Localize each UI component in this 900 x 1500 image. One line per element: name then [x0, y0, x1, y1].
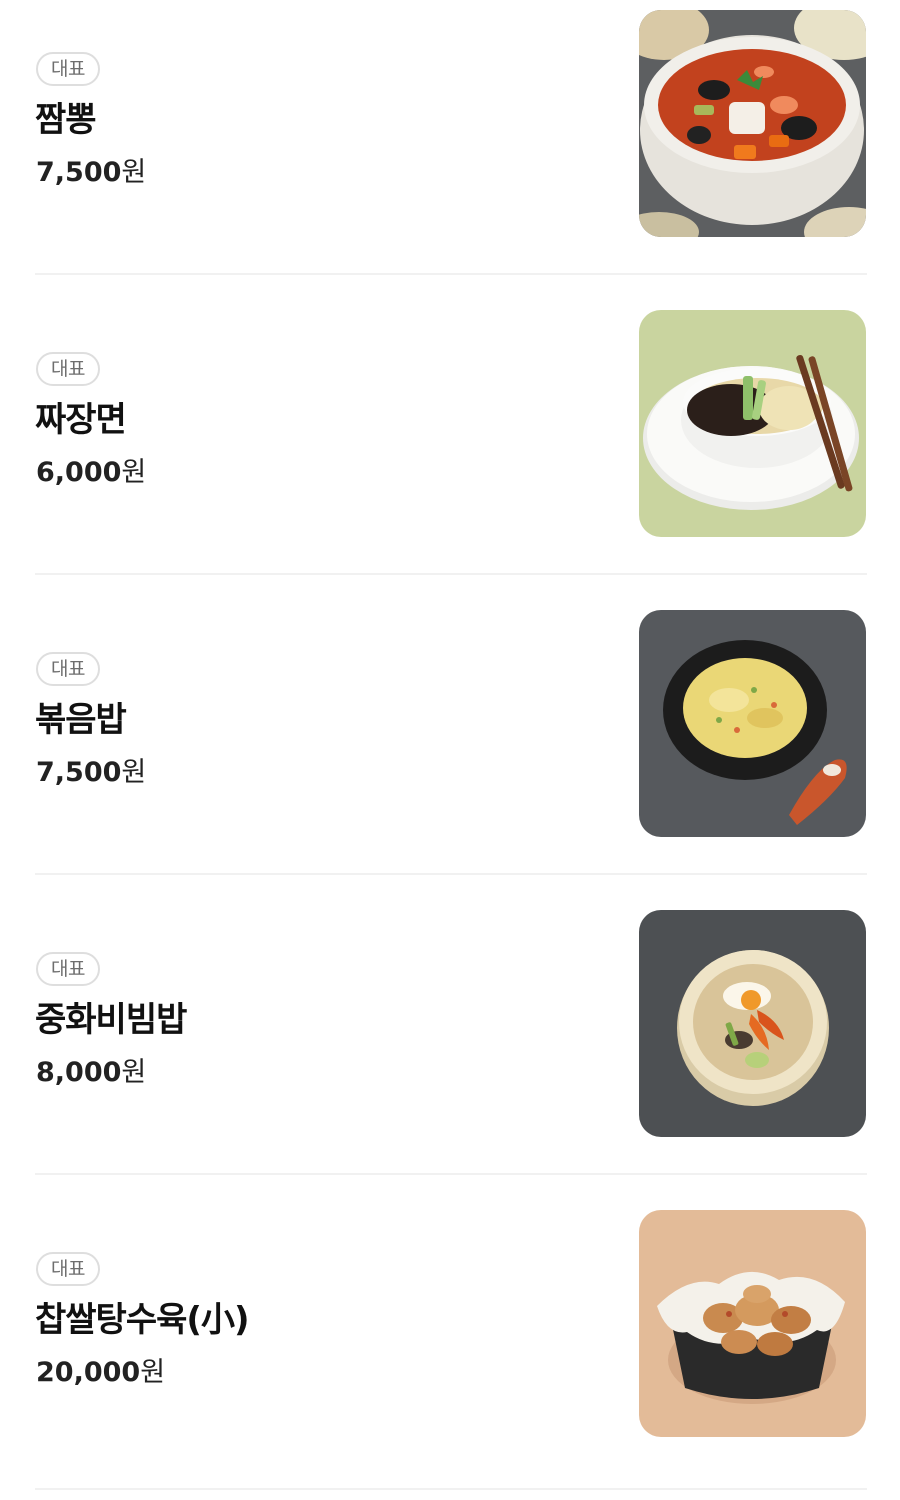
- jajangmyeon-photo[interactable]: [639, 310, 866, 537]
- divider: [35, 1173, 867, 1175]
- menu-price: 8,000원: [36, 1053, 146, 1093]
- menu-item-tangsuyuk[interactable]: 대표 찹쌀탕수육(小) 20,000원: [0, 1200, 900, 1500]
- divider: [35, 873, 867, 875]
- representative-badge: 대표: [36, 52, 100, 86]
- menu-price: 20,000원: [36, 1353, 165, 1393]
- price-currency: 원: [121, 457, 147, 488]
- menu-item-fried-rice[interactable]: 대표 볶음밥 7,500원: [0, 600, 900, 900]
- menu-item-jajangmyeon[interactable]: 대표 짜장면 6,000원: [0, 300, 900, 600]
- menu-name: 짬뽕: [35, 100, 97, 140]
- menu-list: 대표 짬뽕 7,500원 대표 짜장면 6,000원 대표 볶음밥 7,500원…: [0, 0, 900, 1490]
- menu-price: 7,500원: [36, 753, 146, 793]
- menu-price: 7,500원: [36, 153, 146, 193]
- price-currency: 원: [121, 1057, 147, 1088]
- tangsuyuk-photo[interactable]: [639, 1210, 866, 1437]
- representative-badge: 대표: [36, 352, 100, 386]
- menu-name: 짜장면: [35, 400, 127, 440]
- divider: [35, 573, 867, 575]
- divider: [35, 1488, 867, 1490]
- jjamppong-photo[interactable]: [639, 10, 866, 237]
- menu-name: 볶음밥: [35, 700, 127, 740]
- price-value: 7,500: [36, 757, 122, 788]
- price-value: 20,000: [36, 1357, 141, 1388]
- price-currency: 원: [121, 157, 147, 188]
- chinese-bibimbap-photo[interactable]: [639, 910, 866, 1137]
- price-currency: 원: [140, 1357, 166, 1388]
- menu-item-chinese-bibimbap[interactable]: 대표 중화비빔밥 8,000원: [0, 900, 900, 1200]
- price-currency: 원: [121, 757, 147, 788]
- price-value: 6,000: [36, 457, 122, 488]
- menu-name: 찹쌀탕수육(小): [35, 1300, 249, 1340]
- menu-item-jjamppong[interactable]: 대표 짬뽕 7,500원: [0, 0, 900, 300]
- price-value: 7,500: [36, 157, 122, 188]
- representative-badge: 대표: [36, 952, 100, 986]
- divider: [35, 273, 867, 275]
- representative-badge: 대표: [36, 1252, 100, 1286]
- fried-rice-photo[interactable]: [639, 610, 866, 837]
- menu-name: 중화비빔밥: [35, 1000, 187, 1040]
- price-value: 8,000: [36, 1057, 122, 1088]
- representative-badge: 대표: [36, 652, 100, 686]
- menu-price: 6,000원: [36, 453, 146, 493]
